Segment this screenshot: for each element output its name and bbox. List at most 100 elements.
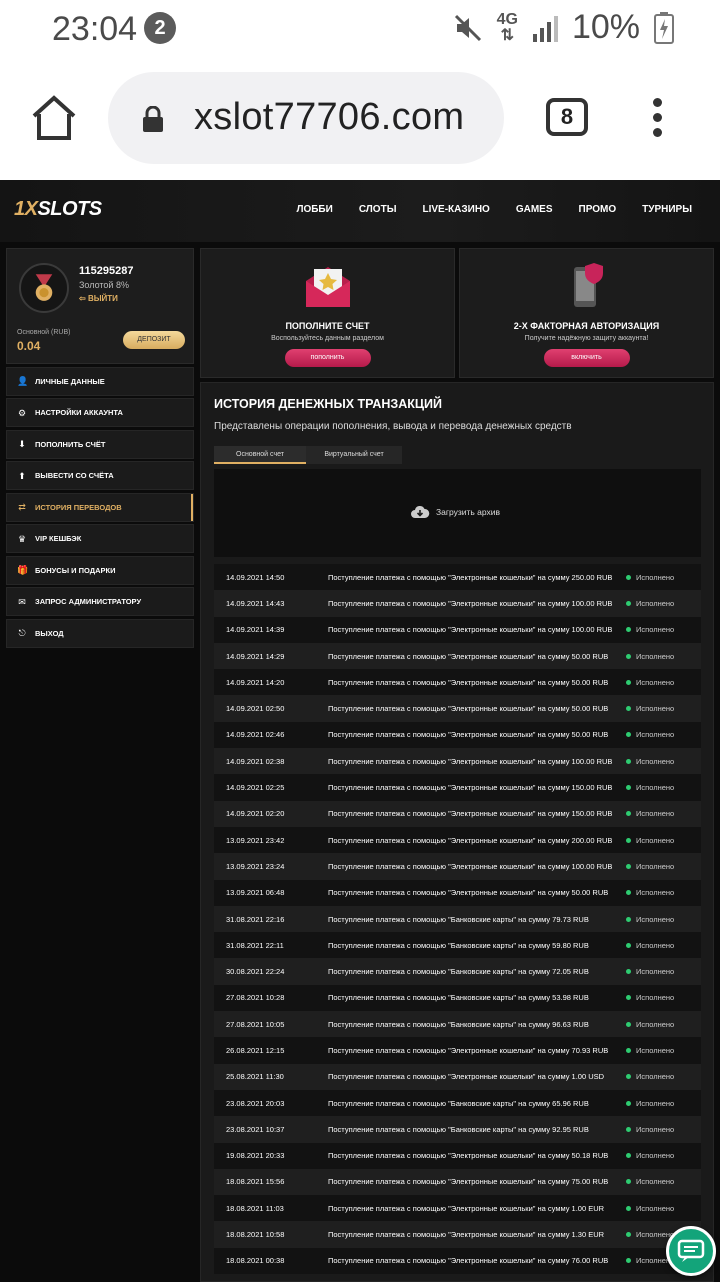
transaction-date: 13.09.2021 06:48 [226, 888, 285, 898]
table-row: 14.09.2021 14:50 Поступление платежа с по… [214, 564, 701, 591]
sidebar-item-vip-cashback[interactable]: ♛ VIP КЕШБЭК [6, 524, 194, 553]
transaction-status: Исполнено [626, 1099, 674, 1108]
status-label: Исполнено [636, 1203, 675, 1213]
transaction-date: 14.09.2021 14:20 [226, 677, 285, 687]
tab-switcher-button[interactable]: 8 [546, 98, 588, 136]
status-label: Исполнено [636, 1045, 675, 1055]
status-label: Исполнено [636, 940, 675, 950]
table-row: 14.09.2021 14:20 Поступление платежа с по… [214, 669, 701, 696]
network-type-label: 4G [496, 10, 518, 28]
tab-main-account[interactable]: Основной счет [214, 446, 306, 464]
status-dot-icon [626, 574, 631, 580]
transaction-date: 14.09.2021 14:50 [226, 572, 285, 582]
sidebar-item-deposit[interactable]: ⬇ ПОПОЛНИТЬ СЧЁТ [6, 429, 194, 459]
table-row: 18.08.2021 00:38 Поступление платежа с по… [214, 1247, 701, 1275]
transaction-date: 14.09.2021 14:43 [226, 598, 285, 608]
table-row: 31.08.2021 22:11 Поступление платежа с по… [214, 932, 701, 959]
transaction-description: Поступление платежа с помощью "Электронн… [328, 572, 613, 582]
status-dot-icon [626, 1153, 631, 1159]
overflow-menu-icon[interactable] [650, 98, 664, 138]
transaction-description: Поступление платежа с помощью "Электронн… [328, 1072, 605, 1082]
status-label: Исполнено [636, 993, 675, 1003]
table-row: 23.08.2021 10:37 Поступление платежа с по… [214, 1116, 701, 1143]
deposit-card-button[interactable]: пополнить [284, 349, 371, 367]
gear-icon: ⚙ [17, 407, 27, 418]
transaction-description: Поступление платежа с помощью "Электронн… [328, 730, 609, 740]
transaction-date: 18.08.2021 15:56 [226, 1177, 285, 1187]
sidebar-item-account-settings[interactable]: ⚙ НАСТРОЙКИ АККАУНТА [6, 398, 194, 427]
nav-lobby[interactable]: ЛОББИ [296, 204, 332, 215]
status-dot-icon [626, 600, 631, 606]
transaction-date: 31.08.2021 22:11 [226, 940, 284, 950]
transaction-date: 23.08.2021 10:37 [226, 1124, 285, 1134]
deposit-button[interactable]: ДЕПОЗИТ [123, 331, 185, 349]
table-row: 30.08.2021 22:24 Поступление платежа с по… [214, 958, 701, 985]
transaction-status: Исполнено [626, 836, 674, 845]
download-archive-button[interactable]: Загрузить архив [410, 505, 500, 519]
table-row: 13.09.2021 06:48 Поступление платежа с по… [214, 879, 701, 906]
transaction-status: Исполнено [626, 941, 674, 950]
transaction-status: Исполнено [626, 678, 674, 687]
status-label: Исполнено [636, 572, 675, 582]
status-label: Исполнено [636, 888, 675, 898]
account-sidebar: 115295287 Золотой 8% ⇦ ВЫЙТИ Основной (R… [6, 248, 194, 648]
transaction-description: Поступление платежа с помощью "Банковски… [328, 967, 589, 977]
transaction-status: Исполнено [626, 1046, 674, 1055]
status-dot-icon [626, 863, 631, 869]
nav-slots[interactable]: СЛОТЫ [359, 204, 397, 215]
logout-link[interactable]: ⇦ ВЫЙТИ [79, 294, 118, 303]
nav-live-casino[interactable]: LIVE-КАЗИНО [422, 204, 489, 215]
status-dot-icon [626, 890, 631, 896]
transaction-status: Исполнено [626, 573, 674, 582]
transaction-status: Исполнено [626, 625, 674, 634]
nav-tournaments[interactable]: ТУРНИРЫ [642, 204, 692, 215]
transaction-date: 25.08.2021 11:30 [226, 1072, 284, 1082]
deposit-promo-card: ПОПОЛНИТЕ СЧЕТ Воспользуйтесь данным раз… [200, 248, 455, 378]
data-arrows-icon: ⇅ [500, 26, 514, 44]
sidebar-item-exit[interactable]: ⎋ ВЫХОД [6, 618, 194, 648]
status-dot-icon [626, 758, 631, 764]
sidebar-item-bonuses[interactable]: 🎁 БОНУСЫ И ПОДАРКИ [6, 555, 194, 585]
table-row: 14.09.2021 14:29 Поступление платежа с по… [214, 642, 701, 670]
deposit-card-title: ПОПОЛНИТЕ СЧЕТ [285, 321, 370, 331]
sidebar-item-label: ПОПОЛНИТЬ СЧЁТ [35, 439, 106, 449]
transaction-status: Исполнено [626, 599, 674, 608]
table-row: 26.08.2021 12:15 Поступление платежа с по… [214, 1037, 701, 1064]
table-row: 14.09.2021 02:25 Поступление платежа с по… [214, 774, 701, 801]
sidebar-menu: 👤 ЛИЧНЫЕ ДАННЫЕ ⚙ НАСТРОЙКИ АККАУНТА ⬇ П… [6, 366, 194, 648]
transaction-status: Исполнено [626, 888, 674, 897]
table-row: 13.09.2021 23:42 Поступление платежа с по… [214, 826, 701, 854]
nav-games[interactable]: GAMES [516, 204, 553, 215]
support-chat-button[interactable] [666, 1226, 716, 1276]
transaction-description: Поступление платежа с помощью "Электронн… [328, 1230, 605, 1240]
transaction-status: Исполнено [626, 1204, 674, 1213]
sidebar-item-transfer-history[interactable]: ⇄ ИСТОРИЯ ПЕРЕВОДОВ [6, 492, 194, 522]
status-dot-icon [626, 1258, 631, 1264]
twofa-card-button[interactable]: включить [543, 349, 630, 367]
sidebar-item-withdraw[interactable]: ⬆ ВЫВЕСТИ СО СЧЁТА [6, 461, 194, 490]
battery-icon [654, 11, 674, 44]
logout-label: ВЫЙТИ [87, 294, 118, 303]
lock-icon [143, 106, 163, 132]
transaction-date: 14.09.2021 14:39 [226, 625, 285, 635]
notification-count-badge: 2 [144, 12, 176, 44]
site-logo[interactable]: 1XSLOTS [14, 198, 102, 221]
status-bar: 23:04 2 4G ⇅ 10% [0, 0, 720, 56]
sidebar-item-personal-data[interactable]: 👤 ЛИЧНЫЕ ДАННЫЕ [6, 366, 194, 396]
address-bar[interactable]: xslot77706.com [108, 72, 504, 164]
status-label: Исполнено [636, 704, 675, 714]
signal-icon [532, 15, 558, 42]
twofa-promo-card: 2-Х ФАКТОРНАЯ АВТОРИЗАЦИЯ Получите надёж… [459, 248, 714, 378]
status-label: Исполнено [636, 1151, 675, 1161]
mail-icon: ✉ [18, 596, 26, 607]
transaction-description: Поступление платежа с помощью "Электронн… [328, 651, 609, 661]
tab-virtual-account[interactable]: Виртуальный счет [306, 446, 402, 464]
status-dot-icon [626, 916, 631, 922]
sidebar-item-admin-request[interactable]: ✉ ЗАПРОС АДМИНИСТРАТОРУ [6, 587, 194, 616]
status-dot-icon [626, 1126, 631, 1132]
status-label: Исполнено [636, 1072, 675, 1082]
nav-promo[interactable]: ПРОМО [579, 204, 617, 215]
transaction-description: Поступление платежа с помощью "Банковски… [328, 1124, 589, 1134]
home-icon[interactable] [30, 94, 78, 142]
status-dot-icon [626, 1100, 631, 1106]
